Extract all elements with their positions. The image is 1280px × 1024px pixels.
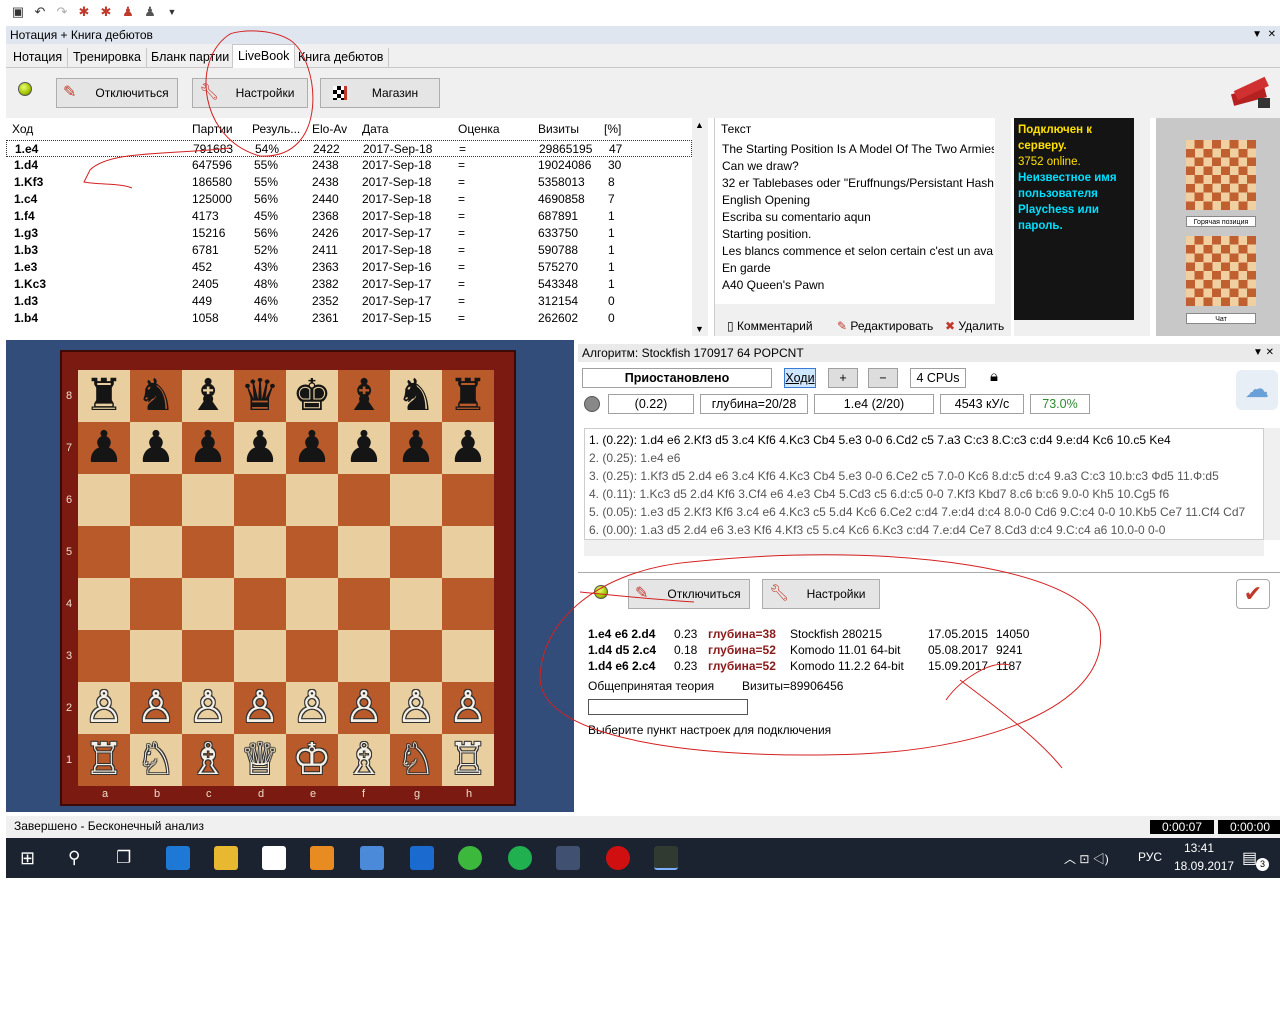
fritz13-icon[interactable] xyxy=(654,846,678,870)
clock-white: 0:00:07 xyxy=(1150,820,1214,834)
edge-icon[interactable] xyxy=(166,846,190,870)
clock-date[interactable]: 18.09.2017 xyxy=(1174,859,1234,873)
media-icon[interactable] xyxy=(310,846,334,870)
clock-black: 0:00:00 xyxy=(1218,820,1280,834)
utorrent-icon[interactable] xyxy=(508,846,532,870)
store-icon[interactable] xyxy=(262,846,286,870)
explorer-icon[interactable] xyxy=(214,846,238,870)
language-indicator[interactable]: РУС xyxy=(1138,850,1162,864)
search-icon[interactable]: ⚲ xyxy=(68,848,80,868)
app-icon[interactable] xyxy=(410,846,434,870)
clock-time[interactable]: 13:41 xyxy=(1184,841,1214,855)
windows-taskbar: ⊞ ⚲ ❐ ︿ ⊡ ◁) РУС 13:41 18.09.2017 ▤ 3 xyxy=(6,838,1280,878)
audio-icon[interactable] xyxy=(360,846,384,870)
status-text: Завершено - Бесконечный анализ xyxy=(14,819,205,833)
start-icon[interactable]: ⊞ xyxy=(20,848,35,869)
notification-count: 3 xyxy=(1256,858,1269,871)
opera-icon[interactable] xyxy=(606,846,630,870)
tray-icons[interactable]: ︿ ⊡ ◁) xyxy=(1064,850,1109,867)
icq-icon[interactable] xyxy=(458,846,482,870)
notifications-icon[interactable]: ▤ xyxy=(1242,848,1257,868)
status-bar: Завершено - Бесконечный анализ 0:00:07 0… xyxy=(6,816,1280,838)
task-view-icon[interactable]: ❐ xyxy=(116,848,131,868)
fritz14-icon[interactable] xyxy=(556,846,580,870)
